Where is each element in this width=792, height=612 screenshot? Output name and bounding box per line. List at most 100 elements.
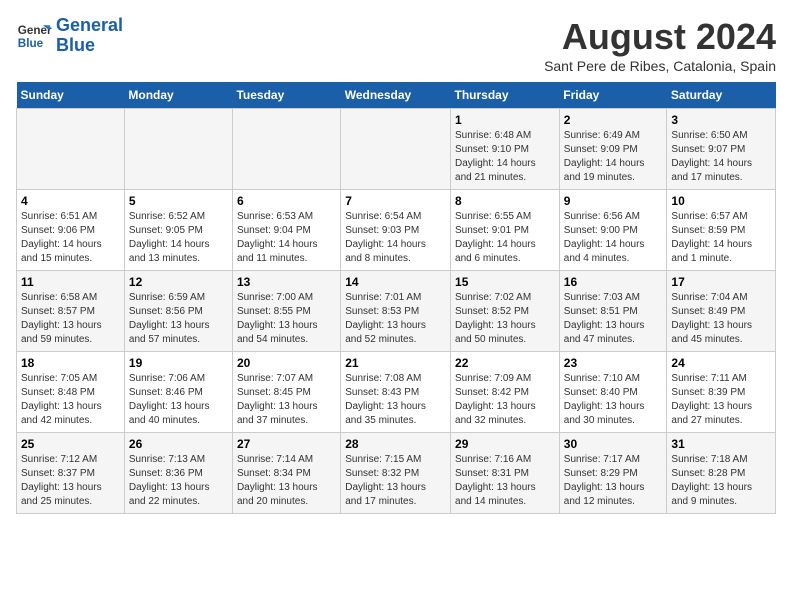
calendar-cell: 4 Sunrise: 6:51 AM Sunset: 9:06 PM Daylig… [17, 190, 125, 271]
day-info: Sunrise: 7:01 AM Sunset: 8:53 PM Dayligh… [345, 291, 446, 347]
day-info: Sunrise: 6:48 AM Sunset: 9:10 PM Dayligh… [455, 129, 555, 185]
calendar-cell: 5 Sunrise: 6:52 AM Sunset: 9:05 PM Daylig… [124, 190, 232, 271]
calendar-cell: 30 Sunrise: 7:17 AM Sunset: 8:29 PM Dayli… [559, 433, 667, 514]
day-info: Sunrise: 6:52 AM Sunset: 9:05 PM Dayligh… [129, 210, 228, 266]
day-number: 20 [237, 356, 336, 370]
weekday-header-wednesday: Wednesday [341, 82, 451, 109]
calendar-cell: 21 Sunrise: 7:08 AM Sunset: 8:43 PM Dayli… [341, 352, 451, 433]
day-number: 19 [129, 356, 228, 370]
calendar-week-5: 25Sunrise: 7:12 AM Sunset: 8:37 PM Dayli… [17, 433, 776, 514]
day-info: Sunrise: 6:57 AM Sunset: 8:59 PM Dayligh… [671, 210, 771, 266]
day-info: Sunrise: 6:54 AM Sunset: 9:03 PM Dayligh… [345, 210, 446, 266]
day-number: 4 [21, 194, 120, 208]
day-info: Sunrise: 7:06 AM Sunset: 8:46 PM Dayligh… [129, 372, 228, 428]
calendar-cell: 19 Sunrise: 7:06 AM Sunset: 8:46 PM Dayli… [124, 352, 232, 433]
logo-icon: General Blue [16, 18, 52, 54]
day-number: 24 [671, 356, 771, 370]
calendar-week-1: 1 Sunrise: 6:48 AM Sunset: 9:10 PM Daylig… [17, 109, 776, 190]
day-info: Sunrise: 7:04 AM Sunset: 8:49 PM Dayligh… [671, 291, 771, 347]
day-number: 25 [21, 437, 120, 451]
day-number: 15 [455, 275, 555, 289]
day-number: 26 [129, 437, 228, 451]
weekday-header-sunday: Sunday [17, 82, 125, 109]
calendar-cell: 20 Sunrise: 7:07 AM Sunset: 8:45 PM Dayli… [232, 352, 340, 433]
day-info: Sunrise: 6:59 AM Sunset: 8:56 PM Dayligh… [129, 291, 228, 347]
logo: General Blue General Blue [16, 16, 123, 56]
day-info: Sunrise: 7:11 AM Sunset: 8:39 PM Dayligh… [671, 372, 771, 428]
logo-text: General Blue [56, 16, 123, 56]
day-number: 30 [564, 437, 663, 451]
calendar-cell: 26 Sunrise: 7:13 AM Sunset: 8:36 PM Dayli… [124, 433, 232, 514]
day-info: Sunrise: 6:49 AM Sunset: 9:09 PM Dayligh… [564, 129, 663, 185]
weekday-header-friday: Friday [559, 82, 667, 109]
calendar-cell: 15 Sunrise: 7:02 AM Sunset: 8:52 PM Dayli… [451, 271, 560, 352]
day-info: Sunrise: 6:55 AM Sunset: 9:01 PM Dayligh… [455, 210, 555, 266]
calendar-cell: 23 Sunrise: 7:10 AM Sunset: 8:40 PM Dayli… [559, 352, 667, 433]
day-number: 9 [564, 194, 663, 208]
calendar-cell: 29Sunrise: 7:16 AM Sunset: 8:31 PM Dayli… [451, 433, 560, 514]
day-info: Sunrise: 7:00 AM Sunset: 8:55 PM Dayligh… [237, 291, 336, 347]
day-number: 21 [345, 356, 446, 370]
day-number: 1 [455, 113, 555, 127]
day-info: Sunrise: 7:17 AM Sunset: 8:29 PM Dayligh… [564, 453, 663, 509]
day-number: 29 [455, 437, 555, 451]
day-info: Sunrise: 7:18 AM Sunset: 8:28 PM Dayligh… [671, 453, 771, 509]
day-info: Sunrise: 7:03 AM Sunset: 8:51 PM Dayligh… [564, 291, 663, 347]
day-info: Sunrise: 7:10 AM Sunset: 8:40 PM Dayligh… [564, 372, 663, 428]
day-info: Sunrise: 7:07 AM Sunset: 8:45 PM Dayligh… [237, 372, 336, 428]
calendar-table: SundayMondayTuesdayWednesdayThursdayFrid… [16, 82, 776, 514]
day-number: 18 [21, 356, 120, 370]
day-info: Sunrise: 6:51 AM Sunset: 9:06 PM Dayligh… [21, 210, 120, 266]
calendar-cell: 22Sunrise: 7:09 AM Sunset: 8:42 PM Dayli… [451, 352, 560, 433]
day-number: 14 [345, 275, 446, 289]
calendar-week-4: 18 Sunrise: 7:05 AM Sunset: 8:48 PM Dayli… [17, 352, 776, 433]
calendar-cell: 7 Sunrise: 6:54 AM Sunset: 9:03 PM Daylig… [341, 190, 451, 271]
calendar-header-row: SundayMondayTuesdayWednesdayThursdayFrid… [17, 82, 776, 109]
day-number: 5 [129, 194, 228, 208]
day-number: 2 [564, 113, 663, 127]
day-info: Sunrise: 7:02 AM Sunset: 8:52 PM Dayligh… [455, 291, 555, 347]
calendar-cell: 18 Sunrise: 7:05 AM Sunset: 8:48 PM Dayli… [17, 352, 125, 433]
calendar-cell: 10 Sunrise: 6:57 AM Sunset: 8:59 PM Dayli… [667, 190, 776, 271]
day-number: 27 [237, 437, 336, 451]
day-number: 31 [671, 437, 771, 451]
day-number: 16 [564, 275, 663, 289]
calendar-cell [232, 109, 340, 190]
calendar-cell: 1 Sunrise: 6:48 AM Sunset: 9:10 PM Daylig… [451, 109, 560, 190]
day-info: Sunrise: 7:05 AM Sunset: 8:48 PM Dayligh… [21, 372, 120, 428]
subtitle: Sant Pere de Ribes, Catalonia, Spain [544, 58, 776, 74]
title-block: August 2024 Sant Pere de Ribes, Cataloni… [544, 16, 776, 74]
day-info: Sunrise: 6:53 AM Sunset: 9:04 PM Dayligh… [237, 210, 336, 266]
day-number: 3 [671, 113, 771, 127]
calendar-cell: 16 Sunrise: 7:03 AM Sunset: 8:51 PM Dayli… [559, 271, 667, 352]
svg-text:Blue: Blue [18, 37, 44, 50]
day-info: Sunrise: 7:08 AM Sunset: 8:43 PM Dayligh… [345, 372, 446, 428]
day-number: 11 [21, 275, 120, 289]
day-info: Sunrise: 6:58 AM Sunset: 8:57 PM Dayligh… [21, 291, 120, 347]
day-number: 10 [671, 194, 771, 208]
day-number: 23 [564, 356, 663, 370]
day-number: 7 [345, 194, 446, 208]
calendar-cell: 9Sunrise: 6:56 AM Sunset: 9:00 PM Daylig… [559, 190, 667, 271]
calendar-cell: 11 Sunrise: 6:58 AM Sunset: 8:57 PM Dayli… [17, 271, 125, 352]
day-number: 28 [345, 437, 446, 451]
calendar-cell: 3Sunrise: 6:50 AM Sunset: 9:07 PM Daylig… [667, 109, 776, 190]
weekday-header-thursday: Thursday [451, 82, 560, 109]
calendar-cell: 6 Sunrise: 6:53 AM Sunset: 9:04 PM Daylig… [232, 190, 340, 271]
calendar-cell [17, 109, 125, 190]
weekday-header-saturday: Saturday [667, 82, 776, 109]
calendar-cell: 2 Sunrise: 6:49 AM Sunset: 9:09 PM Daylig… [559, 109, 667, 190]
day-number: 8 [455, 194, 555, 208]
main-title: August 2024 [544, 16, 776, 58]
calendar-cell: 12 Sunrise: 6:59 AM Sunset: 8:56 PM Dayli… [124, 271, 232, 352]
calendar-week-3: 11 Sunrise: 6:58 AM Sunset: 8:57 PM Dayli… [17, 271, 776, 352]
weekday-header-monday: Monday [124, 82, 232, 109]
day-number: 12 [129, 275, 228, 289]
day-number: 6 [237, 194, 336, 208]
day-info: Sunrise: 7:13 AM Sunset: 8:36 PM Dayligh… [129, 453, 228, 509]
calendar-cell: 13Sunrise: 7:00 AM Sunset: 8:55 PM Dayli… [232, 271, 340, 352]
calendar-cell: 31 Sunrise: 7:18 AM Sunset: 8:28 PM Dayli… [667, 433, 776, 514]
calendar-cell: 8 Sunrise: 6:55 AM Sunset: 9:01 PM Daylig… [451, 190, 560, 271]
weekday-header-tuesday: Tuesday [232, 82, 340, 109]
day-info: Sunrise: 7:14 AM Sunset: 8:34 PM Dayligh… [237, 453, 336, 509]
